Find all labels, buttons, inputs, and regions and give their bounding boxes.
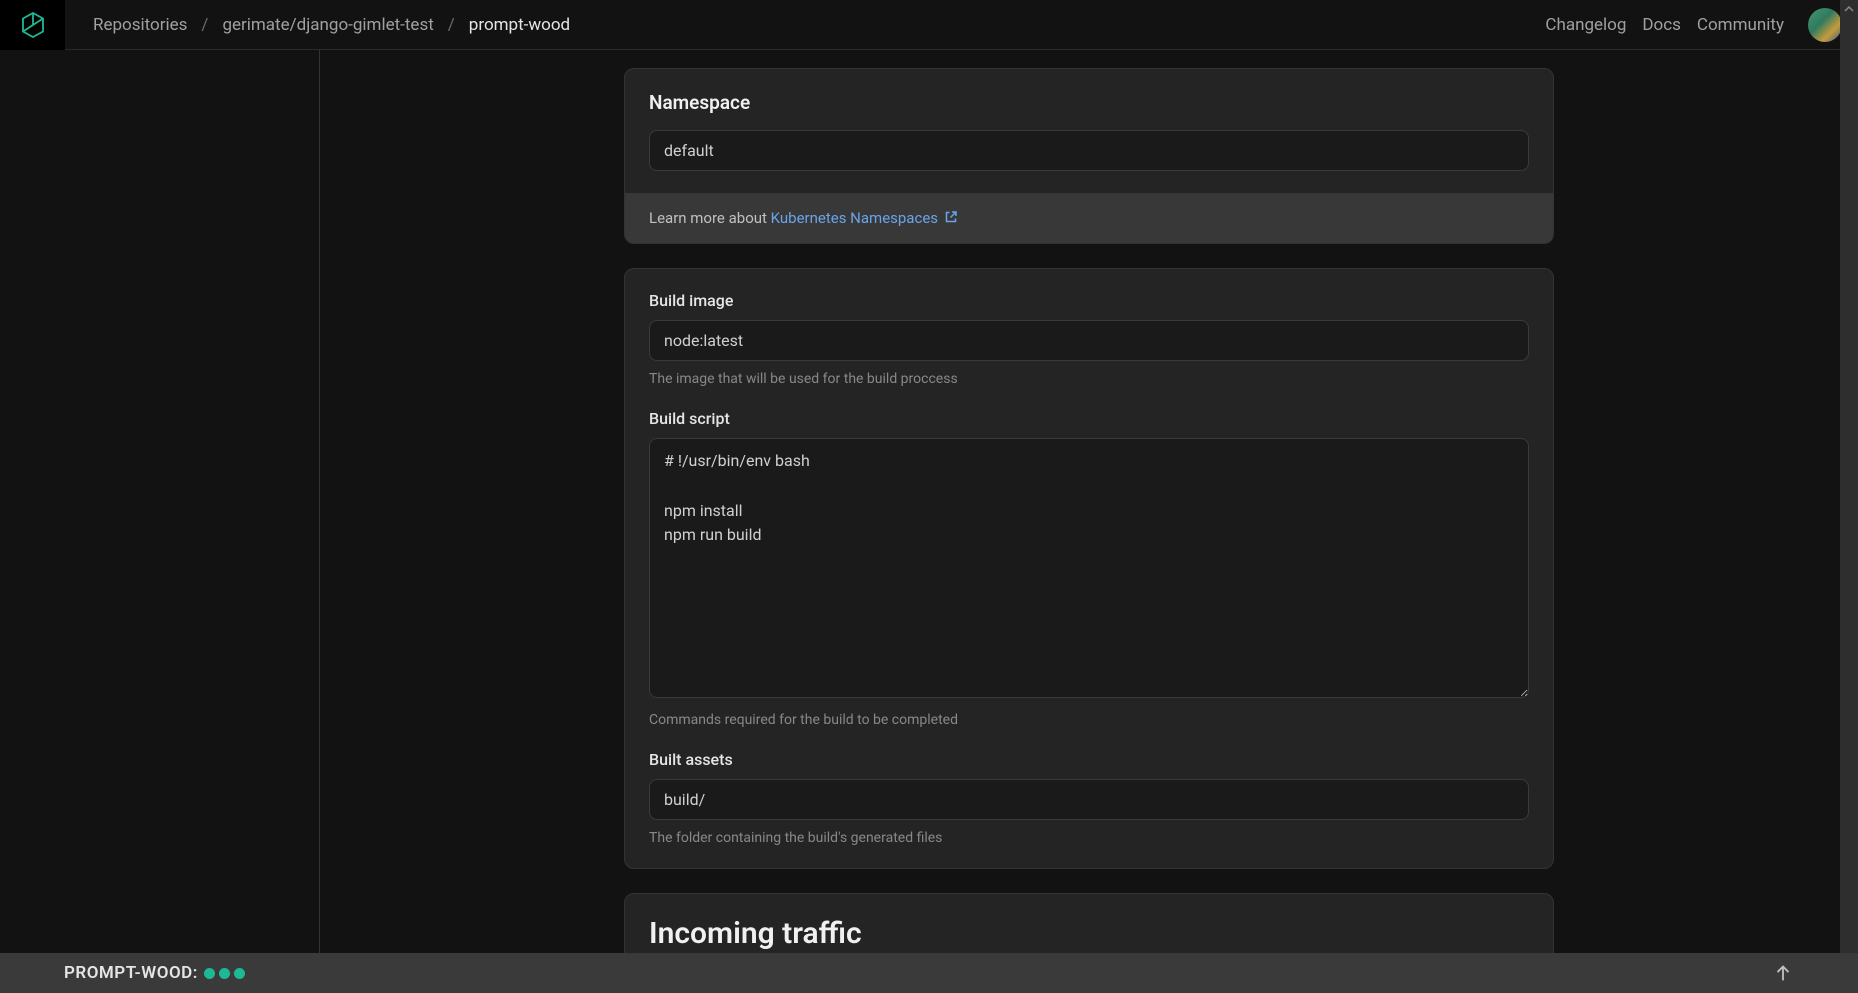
build-image-input[interactable]	[649, 320, 1529, 361]
built-assets-help: The folder containing the build's genera…	[649, 830, 1529, 846]
build-script-textarea[interactable]	[649, 438, 1529, 698]
incoming-traffic-card: Incoming traffic	[624, 893, 1554, 953]
namespace-title: Namespace	[649, 91, 1529, 114]
status-dot-icon	[234, 968, 245, 979]
build-script-label: Build script	[649, 409, 1529, 428]
namespace-learn-link[interactable]: Kubernetes Namespaces	[771, 209, 958, 227]
namespace-card: Namespace Learn more about Kubernetes Na…	[624, 68, 1554, 244]
header-nav: Changelog Docs Community	[1545, 15, 1784, 35]
sidebar	[0, 50, 320, 953]
build-card: Build image The image that will be used …	[624, 268, 1554, 869]
built-assets-group: Built assets The folder containing the b…	[649, 750, 1529, 846]
breadcrumb: Repositories / gerimate/django-gimlet-te…	[93, 15, 570, 35]
build-image-group: Build image The image that will be used …	[649, 291, 1529, 387]
scroll-to-top-icon[interactable]	[1772, 962, 1794, 984]
breadcrumb-separator: /	[201, 15, 208, 35]
logo-icon	[21, 12, 45, 38]
namespace-learn-prefix: Learn more about	[649, 209, 771, 227]
build-image-label: Build image	[649, 291, 1529, 310]
build-image-help: The image that will be used for the buil…	[649, 371, 1529, 387]
footer-label: PROMPT-WOOD:	[64, 963, 198, 983]
nav-docs[interactable]: Docs	[1642, 15, 1681, 35]
status-dots	[204, 968, 245, 979]
page-scrollbar[interactable]	[1840, 0, 1858, 993]
avatar[interactable]	[1808, 8, 1842, 42]
footer-bar: PROMPT-WOOD:	[0, 953, 1858, 993]
content: Namespace Learn more about Kubernetes Na…	[320, 50, 1858, 953]
build-script-help: Commands required for the build to be co…	[649, 712, 1529, 728]
logo[interactable]	[0, 0, 65, 50]
scroll-up-arrow-icon[interactable]	[1840, 0, 1858, 18]
status-dot-icon	[204, 968, 215, 979]
breadcrumb-current[interactable]: prompt-wood	[469, 15, 570, 35]
built-assets-label: Built assets	[649, 750, 1529, 769]
app-header: Repositories / gerimate/django-gimlet-te…	[0, 0, 1858, 50]
build-script-group: Build script Commands required for the b…	[649, 409, 1529, 728]
status-dot-icon	[219, 968, 230, 979]
nav-changelog[interactable]: Changelog	[1545, 15, 1626, 35]
built-assets-input[interactable]	[649, 779, 1529, 820]
main-container: Namespace Learn more about Kubernetes Na…	[0, 50, 1858, 953]
breadcrumb-repositories[interactable]: Repositories	[93, 15, 187, 35]
external-link-icon	[944, 210, 958, 224]
nav-community[interactable]: Community	[1697, 15, 1784, 35]
breadcrumb-separator: /	[448, 15, 455, 35]
namespace-footer: Learn more about Kubernetes Namespaces	[625, 193, 1553, 243]
breadcrumb-repo[interactable]: gerimate/django-gimlet-test	[222, 15, 433, 35]
namespace-input[interactable]	[649, 130, 1529, 171]
incoming-traffic-title: Incoming traffic	[649, 916, 1529, 951]
